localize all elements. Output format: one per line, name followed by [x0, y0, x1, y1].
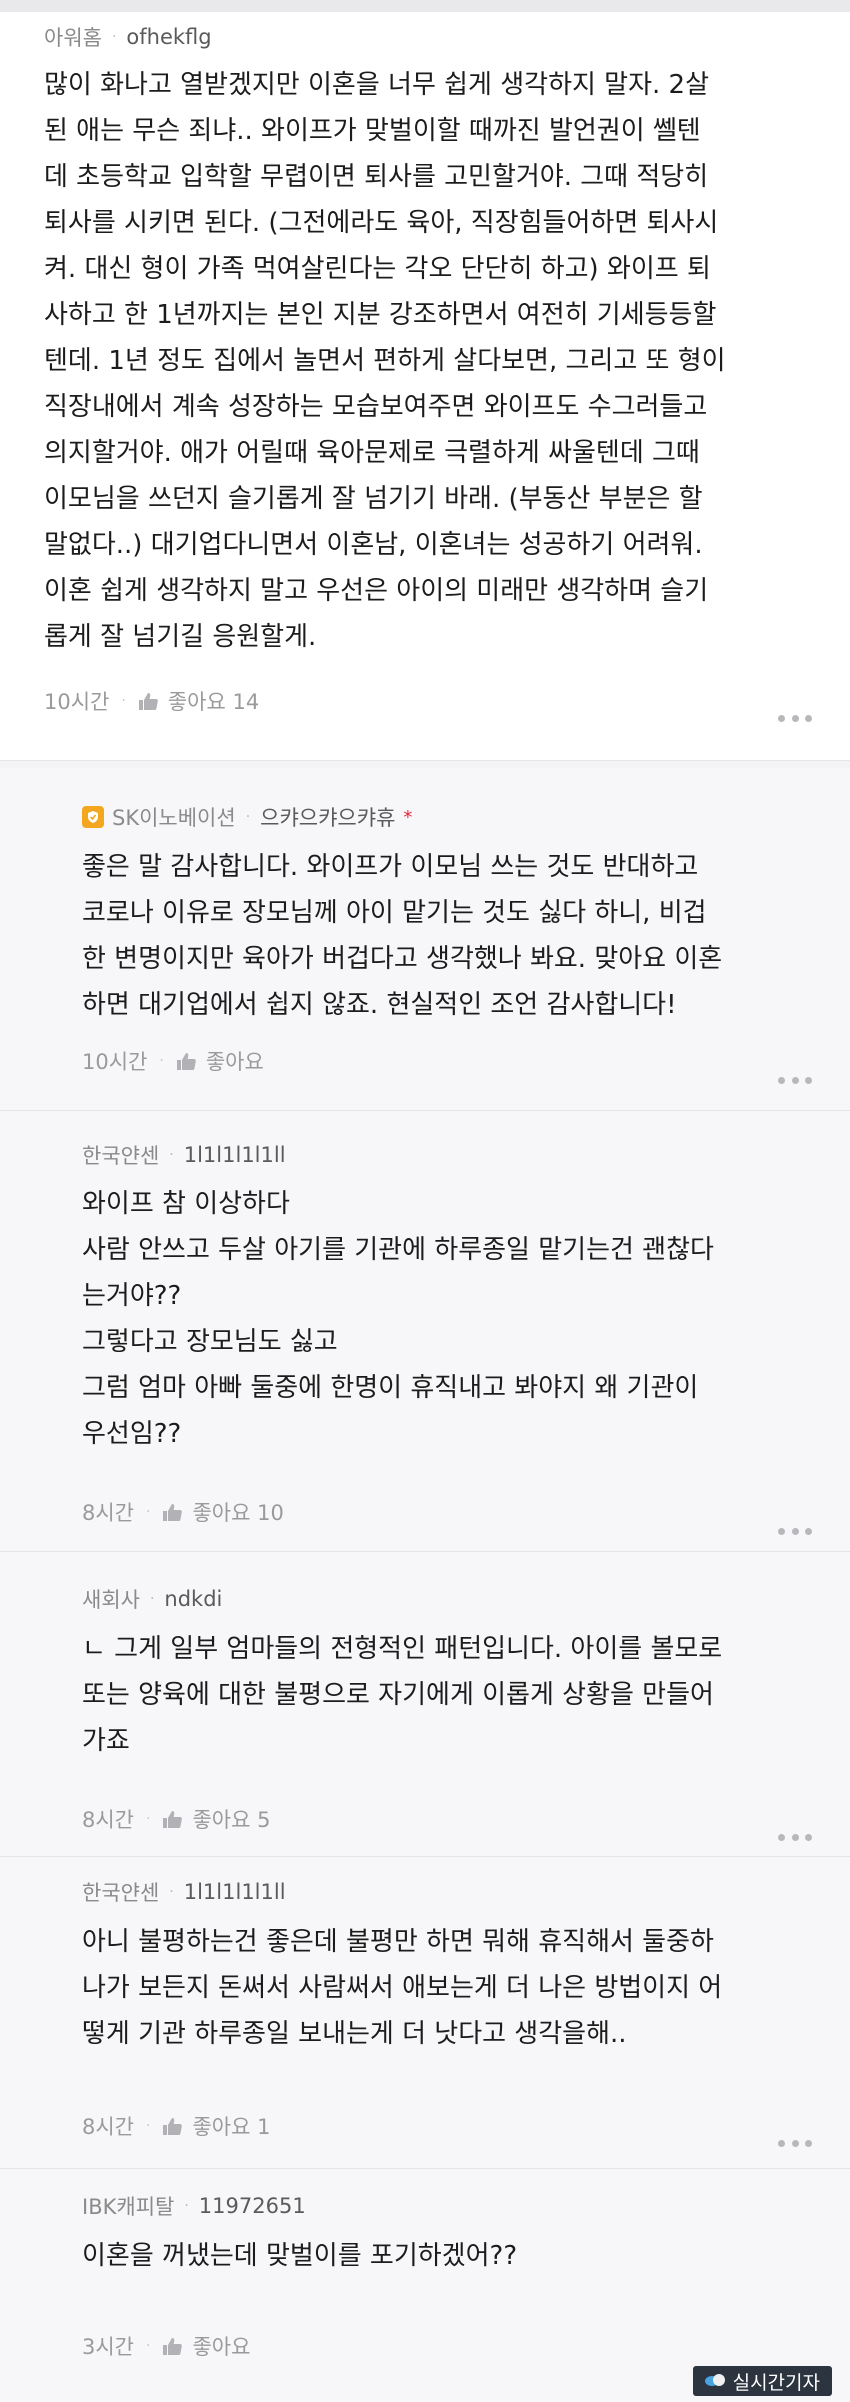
reply-footer: 8시간 · 좋아요 5 [82, 1802, 270, 1836]
reply-item: 새회사 · ndkdi ㄴ 그게 일부 엄마들의 전형적인 패턴입니다. 아이를… [0, 1552, 850, 1856]
reply-time: 3시간 [82, 2335, 135, 2359]
meta-separator: · [245, 809, 251, 825]
reply-footer: 8시간 · 좋아요 1 [82, 2109, 270, 2143]
verified-badge-icon [82, 806, 104, 828]
reply-time: 10시간 [82, 1050, 148, 1074]
meta-separator: · [111, 29, 117, 45]
reply-meta: 새회사 · ndkdi [82, 1582, 222, 1616]
company-name[interactable]: SK이노베이션 [112, 802, 236, 832]
like-label: 좋아요 [205, 1050, 264, 1074]
nickname[interactable]: ofhekflg [126, 25, 211, 49]
meta-separator: · [169, 1147, 174, 1163]
footer-separator: · [146, 2118, 151, 2134]
meta-separator: · [169, 1884, 174, 1900]
like-label: 좋아요 1 [192, 2115, 271, 2139]
reply-meta: 한국얀센 · 1l1l1l1l1ll [82, 1138, 286, 1172]
like-label: 좋아요 [192, 2335, 251, 2359]
more-options-button[interactable] [778, 1521, 812, 1541]
footer-separator: · [159, 1053, 164, 1069]
company-name[interactable]: 새회사 [82, 1584, 140, 1614]
reply-body: 이혼을 꺼냈는데 맞벌이를 포기하겠어?? [82, 2241, 518, 2271]
reply-time: 8시간 [82, 2115, 135, 2139]
reply-footer: 10시간 · 좋아요 [82, 1044, 264, 1078]
nickname[interactable]: 11972651 [199, 2194, 306, 2218]
reply-footer: 3시간 · 좋아요 [82, 2329, 250, 2363]
meta-separator: · [184, 2198, 189, 2214]
more-options-button[interactable] [778, 708, 812, 728]
reply-item: SK이노베이션 · 으캬으캬으캬휴 * 좋은 말 감사합니다. 와이프가 이모님… [0, 768, 850, 1110]
more-dots-icon [778, 1833, 785, 1841]
more-dots-icon [778, 1076, 785, 1084]
meta-separator: · [149, 1591, 155, 1607]
like-label: 좋아요 14 [167, 690, 260, 714]
like-button[interactable]: 좋아요 1 [162, 2111, 270, 2141]
thumbs-up-icon [163, 2337, 183, 2355]
reply-meta: IBK캐피탈 · 11972651 [82, 2189, 306, 2223]
reply-meta: 한국얀센 · 1l1l1l1l1ll [82, 1875, 286, 1909]
like-button[interactable]: 좋아요 10 [162, 1497, 284, 1527]
reply-body: 와이프 참 이상하다 사람 안쓰고 두살 아기를 기관에 하루종일 맡기는건 괜… [82, 1189, 714, 1449]
footer-separator: · [146, 2338, 151, 2354]
like-label: 좋아요 10 [192, 1501, 284, 1525]
more-dots-icon [778, 714, 785, 722]
top-edge-bar [0, 0, 850, 12]
company-name[interactable]: 아워홈 [44, 22, 102, 52]
company-name[interactable]: IBK캐피탈 [82, 2191, 174, 2221]
comment-body: 많이 화나고 열받겠지만 이혼을 너무 쉽게 생각하지 말자. 2살 된 애는 … [44, 70, 726, 652]
thumbs-up-icon [138, 692, 158, 710]
thumbs-up-icon [163, 1503, 183, 1521]
top-comment: 아워홈 · ofhekflg 많이 화나고 열받겠지만 이혼을 너무 쉽게 생각… [0, 12, 850, 760]
thumbs-up-icon [176, 1052, 196, 1070]
like-label: 좋아요 5 [192, 1808, 271, 1832]
company-name[interactable]: 한국얀센 [82, 1877, 159, 1907]
reply-meta: SK이노베이션 · 으캬으캬으캬휴 * [82, 800, 412, 834]
footer-separator: · [121, 693, 126, 709]
thumbs-up-icon [163, 2117, 183, 2135]
like-button[interactable]: 좋아요 [176, 1046, 264, 1076]
author-mark: * [403, 806, 413, 828]
reply-body: 아니 불평하는건 좋은데 불평만 하면 뭐해 휴직해서 둘중하 나가 보든지 돈… [82, 1927, 723, 2049]
nickname[interactable]: 으캬으캬으캬휴 [260, 802, 395, 832]
watermark-logo-icon [704, 2372, 727, 2390]
reply-item: 한국얀센 · 1l1l1l1l1ll 아니 불평하는건 좋은데 불평만 하면 뭐… [0, 1857, 850, 2168]
more-options-button[interactable] [778, 1827, 812, 1847]
footer-separator: · [146, 1811, 151, 1827]
like-button[interactable]: 좋아요 [162, 2331, 250, 2361]
like-button[interactable]: 좋아요 14 [138, 686, 259, 716]
more-options-button[interactable] [778, 2133, 812, 2153]
comment-meta: 아워홈 · ofhekflg [44, 20, 212, 54]
reply-body: 좋은 말 감사합니다. 와이프가 이모님 쓰는 것도 반대하고 코로나 이유로 … [82, 852, 723, 1020]
thumbs-up-icon [163, 1810, 183, 1828]
company-name[interactable]: 한국얀센 [82, 1140, 159, 1170]
nickname[interactable]: ndkdi [164, 1587, 222, 1611]
reply-time: 8시간 [82, 1808, 135, 1832]
like-button[interactable]: 좋아요 5 [162, 1804, 270, 1834]
more-options-button[interactable] [778, 1070, 812, 1090]
nickname[interactable]: 1l1l1l1l1ll [184, 1880, 286, 1904]
source-watermark: 실시간기자 [692, 2366, 832, 2396]
reply-footer: 8시간 · 좋아요 10 [82, 1495, 284, 1529]
reply-item: 한국얀센 · 1l1l1l1l1ll 와이프 참 이상하다 사람 안쓰고 두살 … [0, 1111, 850, 1551]
reply-body: ㄴ 그게 일부 엄마들의 전형적인 패턴입니다. 아이를 볼모로 또는 양육에 … [82, 1634, 723, 1756]
nickname[interactable]: 1l1l1l1l1ll [184, 1143, 286, 1167]
reply-time: 8시간 [82, 1501, 135, 1525]
more-dots-icon [778, 1527, 785, 1535]
comment-time: 10시간 [44, 690, 110, 714]
footer-separator: · [146, 1504, 151, 1520]
watermark-text: 실시간기자 [732, 2371, 820, 2394]
comment-footer: 10시간 · 좋아요 14 [44, 684, 259, 718]
more-dots-icon [778, 2139, 785, 2147]
